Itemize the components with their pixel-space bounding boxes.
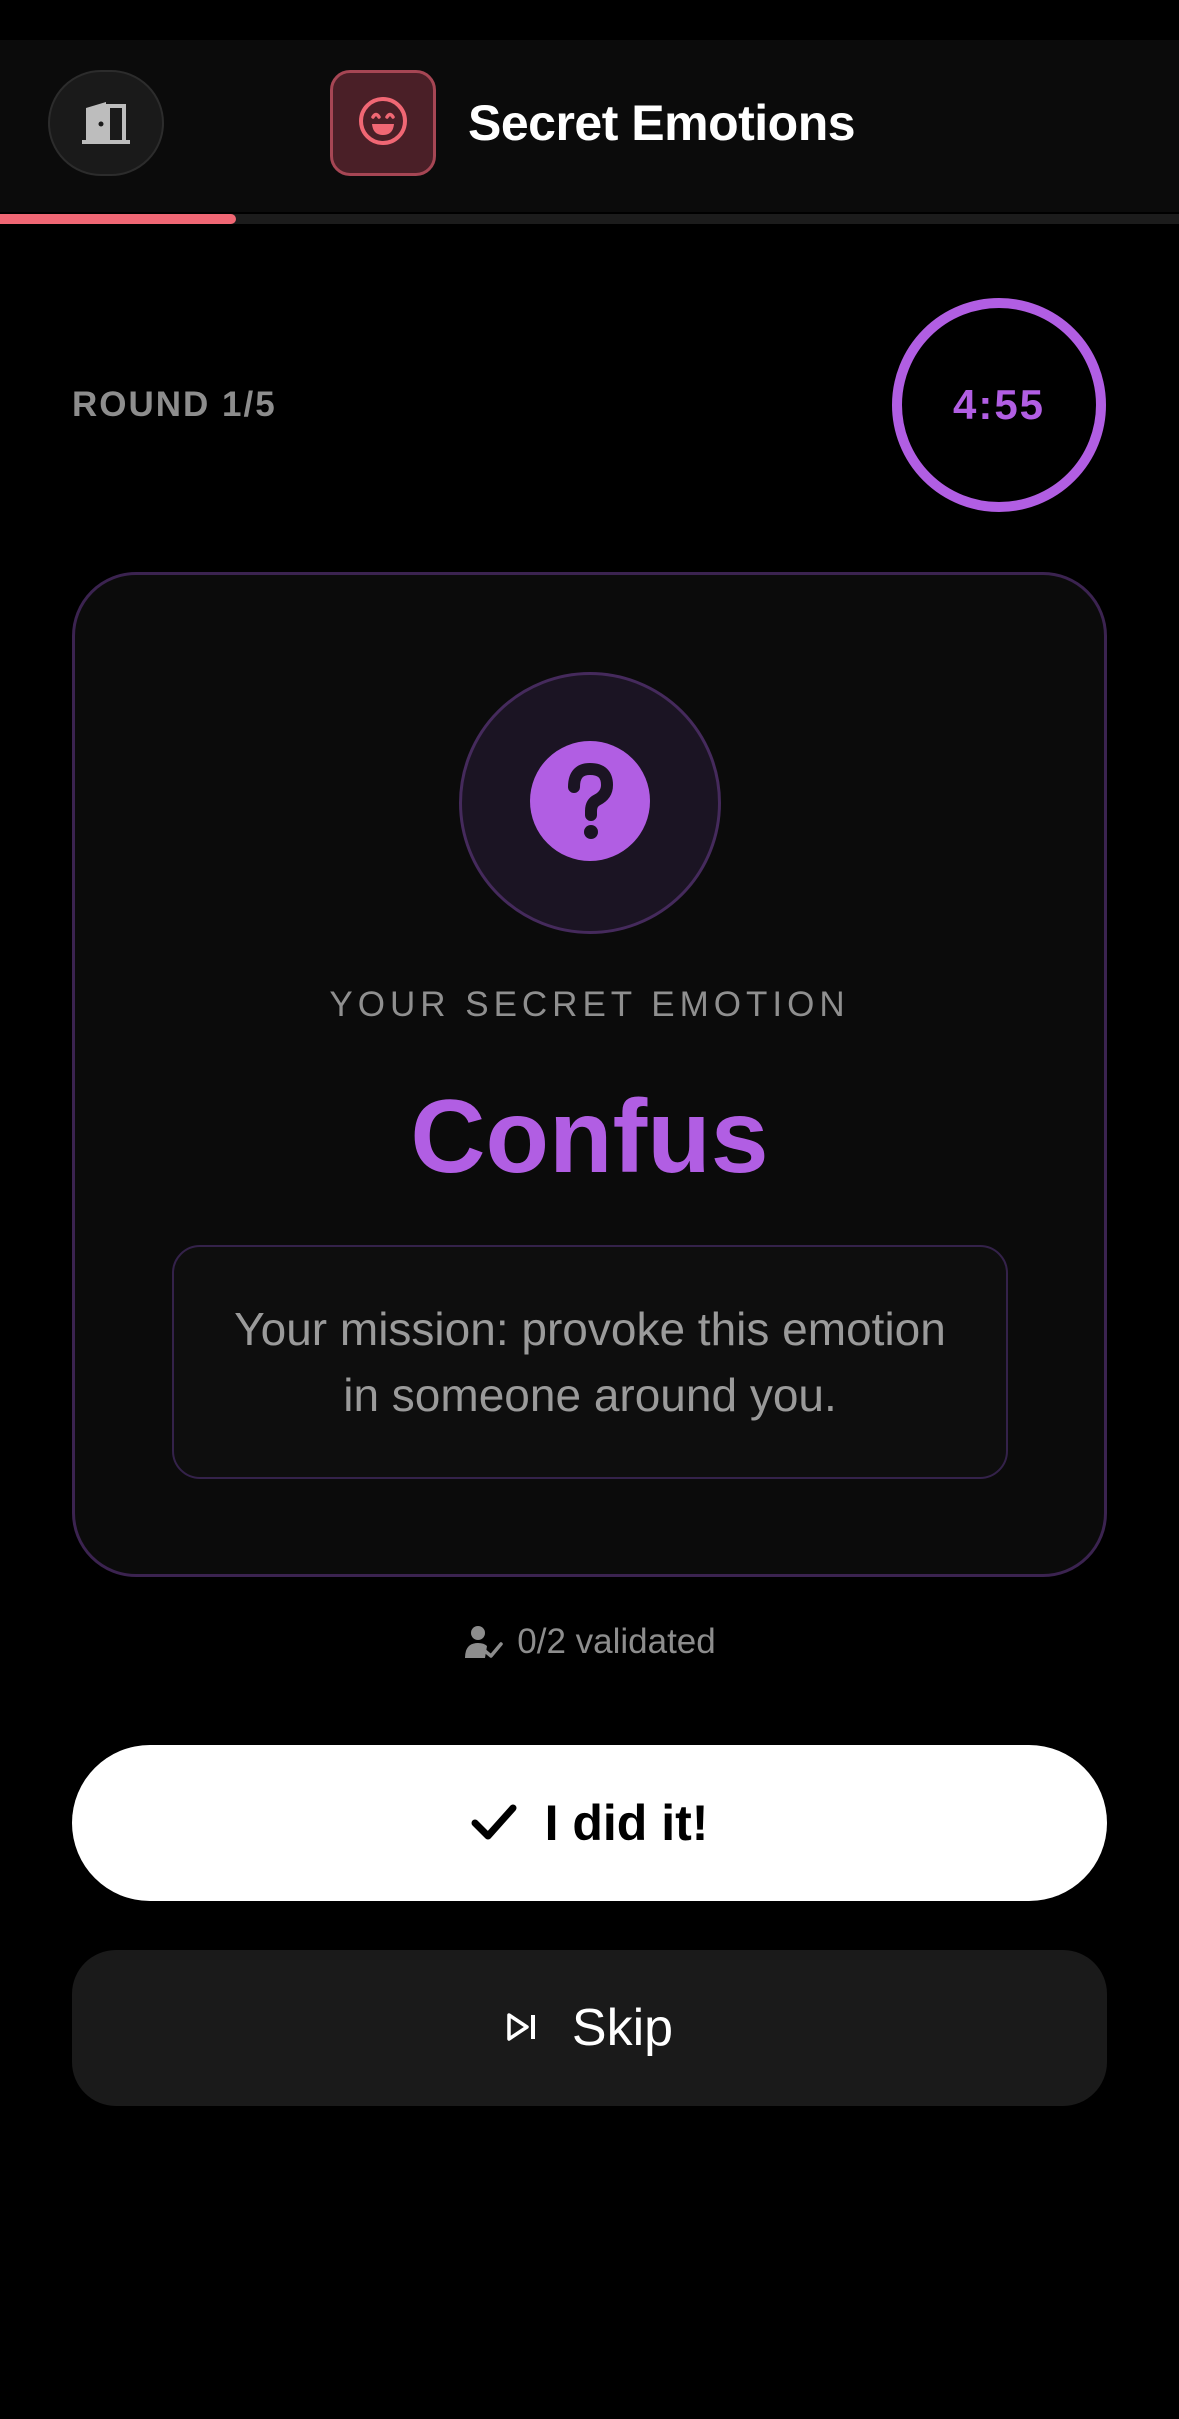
secret-emotion-label: YOUR SECRET EMOTION — [329, 985, 850, 1024]
smiley-face-icon — [356, 94, 410, 153]
door-exit-icon — [80, 98, 132, 149]
emotion-name: Confus — [410, 1079, 769, 1195]
emotion-badge — [459, 672, 721, 934]
app-logo — [330, 70, 436, 176]
skip-next-icon — [506, 2012, 538, 2045]
i-did-it-button[interactable]: I did it! — [72, 1745, 1107, 1901]
round-indicator: ROUND 1/5 — [72, 385, 277, 424]
skip-label: Skip — [571, 1999, 674, 2057]
mission-box: Your mission: provoke this emotion in so… — [172, 1245, 1008, 1479]
round-progress-fill — [0, 214, 236, 224]
timer-value: 4:55 — [952, 381, 1046, 428]
top-bar: Secret Emotions — [0, 40, 1179, 212]
mission-text: Your mission: provoke this emotion in so… — [234, 1303, 946, 1421]
secret-emotion-card: YOUR SECRET EMOTION Confus Your mission:… — [72, 572, 1107, 1577]
exit-button[interactable] — [48, 70, 164, 176]
skip-button[interactable]: Skip — [72, 1950, 1107, 2106]
checkmark-icon — [471, 1802, 517, 1845]
question-mark-icon — [530, 740, 650, 866]
user-check-icon — [463, 1624, 503, 1660]
validation-count: 0/2 validated — [517, 1622, 716, 1661]
app-title: Secret Emotions — [468, 95, 856, 151]
round-progress-bar — [0, 214, 1179, 224]
countdown-timer: 4:55 — [890, 296, 1108, 514]
validation-status: 0/2 validated — [0, 1622, 1179, 1662]
i-did-it-label: I did it! — [544, 1795, 709, 1851]
